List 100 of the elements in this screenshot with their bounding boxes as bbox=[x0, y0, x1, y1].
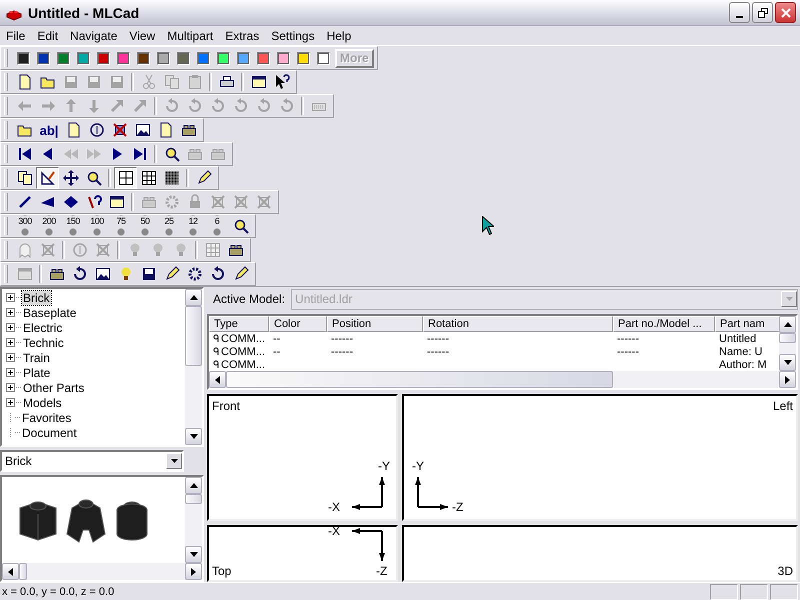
tree-item[interactable]: Document bbox=[21, 426, 78, 440]
view-label: Front bbox=[212, 399, 240, 413]
scroll-up-button[interactable] bbox=[185, 289, 202, 306]
menu-item[interactable]: Edit bbox=[31, 28, 64, 42]
viewport[interactable]: Top -Z -X bbox=[207, 525, 398, 582]
scroll-left-button[interactable] bbox=[209, 371, 226, 388]
grid-icon bbox=[140, 170, 156, 186]
tree-item[interactable]: Other Parts bbox=[22, 380, 86, 394]
gear-icon bbox=[186, 266, 202, 282]
tree-item[interactable]: Favorites bbox=[21, 410, 72, 424]
tree-item[interactable]: Train bbox=[22, 350, 51, 364]
scroll-right-button[interactable] bbox=[185, 563, 202, 580]
close-button[interactable] bbox=[775, 2, 796, 23]
brick-icon bbox=[48, 266, 64, 282]
brick-icon bbox=[210, 146, 226, 162]
column-header[interactable]: Part nam bbox=[715, 316, 779, 332]
column-header[interactable]: Color bbox=[269, 316, 327, 332]
active-model-label: Active Model: bbox=[213, 292, 286, 306]
scroll-down-button[interactable] bbox=[185, 428, 202, 445]
text-button[interactable]: ab| bbox=[36, 119, 62, 141]
toolbar-button[interactable] bbox=[36, 167, 59, 189]
viewport[interactable]: Front -Y -X bbox=[207, 394, 398, 521]
expand-icon[interactable] bbox=[6, 383, 15, 392]
vertical-scrollbar[interactable] bbox=[779, 316, 796, 371]
scroll-down-button[interactable] bbox=[779, 354, 796, 371]
up-arrow-icon bbox=[784, 322, 792, 327]
view-label: 3D bbox=[778, 564, 793, 578]
expand-icon[interactable] bbox=[6, 368, 15, 377]
tree-item[interactable]: Brick bbox=[22, 290, 51, 304]
triangle-icon bbox=[40, 194, 56, 210]
column-header[interactable]: Type bbox=[209, 316, 269, 332]
scroll-right-button[interactable] bbox=[779, 371, 796, 388]
expand-icon[interactable] bbox=[6, 293, 15, 302]
expand-icon[interactable] bbox=[6, 308, 15, 317]
restore-button[interactable] bbox=[752, 2, 773, 23]
menu-item[interactable]: Navigate bbox=[64, 28, 124, 42]
rotate-icon bbox=[210, 266, 226, 282]
scroll-down-button[interactable] bbox=[185, 546, 202, 563]
table-cell: COMM... bbox=[221, 358, 265, 370]
cross-icon bbox=[112, 122, 128, 138]
scroll-left-button[interactable] bbox=[2, 563, 19, 580]
scrollbar-thumb[interactable] bbox=[185, 494, 202, 504]
axis-label: -X bbox=[328, 500, 340, 514]
status-panel bbox=[740, 584, 768, 600]
scrollbar-thumb[interactable] bbox=[19, 563, 27, 580]
table-cell: Author: M bbox=[719, 358, 767, 370]
menu-item[interactable]: View bbox=[123, 28, 162, 42]
tree-item[interactable]: Models bbox=[22, 396, 63, 410]
tree-item[interactable]: Electric bbox=[22, 320, 64, 334]
menu-item[interactable]: Settings bbox=[265, 28, 321, 42]
table-cell: Untitled bbox=[719, 332, 756, 344]
expand-icon[interactable] bbox=[6, 323, 15, 332]
pencil-icon bbox=[232, 266, 248, 282]
left-arrow-icon bbox=[215, 376, 220, 384]
table-cell: ------ bbox=[427, 346, 449, 358]
table-cell: COMM... bbox=[221, 346, 265, 358]
table-cell: -- bbox=[273, 346, 280, 358]
scroll-up-button[interactable] bbox=[185, 477, 202, 494]
vertical-scrollbar[interactable] bbox=[185, 289, 202, 445]
status-panel bbox=[710, 584, 738, 600]
picture-icon bbox=[94, 266, 110, 282]
viewport[interactable]: 3D bbox=[402, 525, 798, 582]
expand-icon[interactable] bbox=[6, 338, 15, 347]
menu-item[interactable]: Multipart bbox=[161, 28, 220, 42]
expand-icon[interactable] bbox=[6, 398, 15, 407]
minimize-button[interactable] bbox=[729, 2, 750, 23]
scrollbar-thumb[interactable] bbox=[779, 333, 796, 343]
column-header[interactable]: Part no./Model ... bbox=[613, 316, 715, 332]
horizontal-scrollbar[interactable] bbox=[209, 371, 796, 388]
category-dropdown[interactable]: Brick bbox=[0, 450, 184, 472]
arrow-diagonal-icon bbox=[132, 98, 148, 114]
printer-icon bbox=[218, 74, 234, 90]
column-header[interactable]: Position bbox=[327, 316, 423, 332]
expand-icon[interactable] bbox=[6, 353, 15, 362]
ghost-icon bbox=[16, 242, 32, 258]
menu-item[interactable]: File bbox=[0, 28, 32, 42]
toolbar-button[interactable] bbox=[114, 167, 137, 189]
pages-icon bbox=[16, 170, 32, 186]
table-cell: ------ bbox=[617, 332, 639, 344]
view-label: Top bbox=[212, 564, 232, 578]
vertical-scrollbar[interactable] bbox=[185, 477, 202, 563]
skip-end-icon bbox=[132, 146, 148, 162]
rewind-icon bbox=[62, 146, 78, 162]
tree-item[interactable]: Plate bbox=[22, 366, 52, 380]
menu-item[interactable]: Extras bbox=[219, 28, 266, 42]
magnifier-icon bbox=[232, 218, 248, 234]
menu-item[interactable]: Help bbox=[320, 28, 358, 42]
column-header[interactable]: Rotation bbox=[423, 316, 613, 332]
viewport[interactable]: Left -Y -Z bbox=[402, 394, 798, 521]
scroll-up-button[interactable] bbox=[779, 316, 796, 333]
scrollbar-thumb[interactable] bbox=[185, 306, 202, 366]
grid-icon bbox=[204, 242, 220, 258]
horizontal-scrollbar[interactable] bbox=[2, 563, 202, 580]
scrollbar-thumb[interactable] bbox=[226, 371, 614, 388]
tree-item[interactable]: Baseplate bbox=[22, 306, 78, 320]
dropdown-button[interactable] bbox=[166, 453, 182, 469]
circle-icon bbox=[72, 242, 88, 258]
tree-item[interactable]: Technic bbox=[22, 336, 65, 350]
status-panel bbox=[770, 584, 798, 600]
diamond-icon bbox=[62, 194, 78, 210]
